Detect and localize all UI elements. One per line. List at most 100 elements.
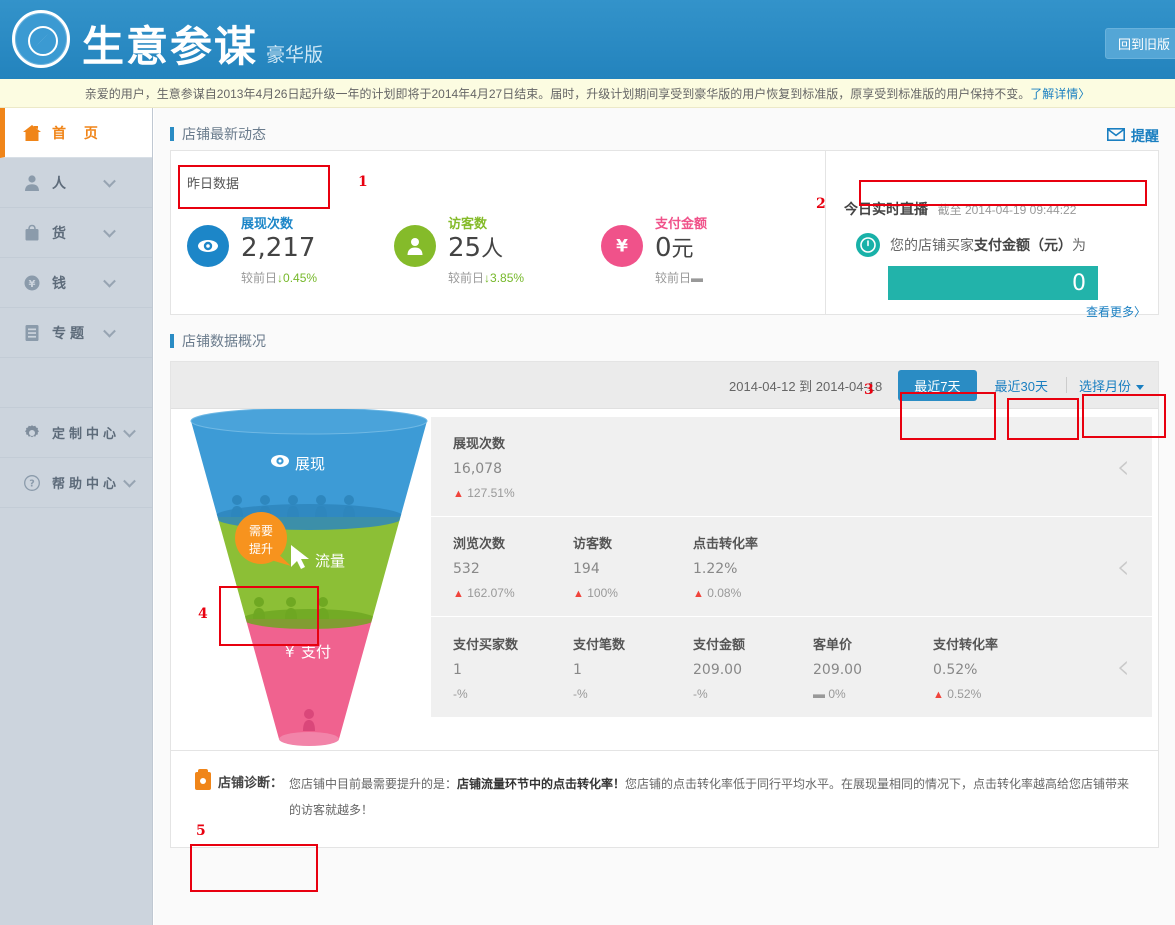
flat-marker-icon: ▬ (813, 686, 825, 701)
svg-text:¥: ¥ (616, 237, 628, 257)
title-accent-bar (170, 334, 174, 348)
shop-data-panel: 2014-04-12 到 2014-04-18 最近7天 最近30天 选择月份 (170, 361, 1159, 751)
last-7-days-button[interactable]: 最近7天 (898, 369, 977, 401)
metric-cell: 访客数 194 ▲ 100% (573, 536, 618, 600)
question-circle-icon: ? (22, 473, 42, 493)
stat-value: 25人 (448, 233, 504, 263)
funnel-row-impression: 展现次数 16,078 ▲ 127.51% ‹ (431, 417, 1152, 517)
remind-button[interactable]: 提醒 (1107, 126, 1159, 146)
main-content: 店铺最新动态 提醒 昨日数据 展现次数 2,217 较前日↓0.45% 访客数 … (154, 108, 1175, 925)
app-title: 生意参谋 (82, 22, 259, 71)
list-icon (22, 323, 42, 343)
metric-cell: 客单价 209.00 ▬ 0% (813, 636, 862, 701)
page-root: 生意参谋 豪华版 回到旧版 亲爱的用户，生意参谋自2013年4月26日起升级一年… (0, 0, 1175, 925)
sidebar: 首 页 人 货 ¥ 钱 专题 定制中心 ? 帮助中心 (0, 108, 153, 925)
svg-text:流量: 流量 (315, 552, 345, 570)
sidebar-item-home[interactable]: 首 页 (0, 108, 152, 158)
person-icon (394, 225, 436, 267)
diagnosis-text: 您店铺中目前最需要提升的是：店铺流量环节中的点击转化率！您店铺的点击转化率低于同… (289, 777, 1130, 817)
sidebar-item-label: 帮助中心 (52, 476, 121, 491)
compass-logo-icon (12, 10, 70, 68)
chevron-left-icon[interactable]: ‹ (1116, 550, 1130, 584)
chevron-down-icon (103, 274, 116, 288)
stat-value: 0元 (655, 233, 694, 263)
app-header: 生意参谋 豪华版 回到旧版 (0, 0, 1175, 79)
live-value: 0 (1072, 270, 1086, 296)
svg-text:?: ? (29, 478, 35, 489)
chevron-down-icon (123, 424, 136, 438)
sidebar-item-label: 首 页 (52, 124, 105, 141)
metric-cell: 支付转化率 0.52% ▲ 0.52% (933, 636, 999, 701)
old-version-button[interactable]: 回到旧版 (1104, 28, 1175, 59)
stat-value: 2,217 (241, 233, 316, 263)
select-month-button[interactable]: 选择月份 (1075, 376, 1148, 395)
stat-compare: 较前日↓3.85% (448, 270, 525, 285)
clock-icon (856, 233, 880, 257)
annotation-number-2: 2 (816, 196, 826, 212)
yesterday-data-label[interactable]: 昨日数据 (187, 173, 239, 192)
home-icon (22, 123, 42, 143)
funnel-graphic: 展现 流量 ¥ 支付 需要 提升 (190, 409, 428, 746)
stat-payment-amount: ¥ 支付金额 0元 较前日▬ (601, 213, 808, 286)
svg-text:¥: ¥ (29, 279, 36, 290)
yesterday-data-card: 昨日数据 展现次数 2,217 较前日↓0.45% 访客数 25人 较前日↓3.… (170, 150, 826, 315)
up-arrow-icon: ▲ (933, 688, 944, 701)
bubble-line2: 提升 (249, 541, 273, 556)
yen-icon: ¥ (601, 225, 643, 267)
live-timestamp: 截至 2014-04-19 09:44:22 (937, 203, 1077, 217)
live-description: 您的店铺买家支付金额（元）为 (856, 233, 1086, 257)
compass-needle-icon (34, 32, 50, 48)
sidebar-item-topics[interactable]: 专题 (0, 308, 152, 358)
funnel-chart-area: 展现 流量 ¥ 支付 需要 提升 展现次数 16,078 ▲ 127.51% ‹… (171, 409, 1158, 750)
funnel-row-payment: 支付买家数 1 -% 支付笔数 1 -% 支付金额 209.00 -% 客单价 … (431, 617, 1152, 717)
shop-diagnosis-panel: 店铺诊断： 您店铺中目前最需要提升的是：店铺流量环节中的点击转化率！您店铺的点击… (170, 751, 1159, 848)
sidebar-item-people[interactable]: 人 (0, 158, 152, 208)
annotation-number-4: 4 (198, 606, 208, 622)
last-30-days-button[interactable]: 最近30天 (985, 376, 1058, 395)
live-desc-bold: 支付金额（元） (974, 237, 1072, 253)
bag-icon (22, 223, 42, 243)
sidebar-item-help-center[interactable]: ? 帮助中心 (0, 458, 152, 508)
sidebar-item-custom-center[interactable]: 定制中心 (0, 408, 152, 458)
chevron-down-icon (103, 224, 116, 238)
sidebar-item-money[interactable]: ¥ 钱 (0, 258, 152, 308)
sidebar-item-label: 货 (52, 224, 70, 241)
metric-cell: 支付买家数 1 -% (453, 636, 519, 701)
notice-text: 亲爱的用户，生意参谋自2013年4月26日起升级一年的计划即将于2014年4月2… (84, 86, 1031, 101)
sidebar-item-label: 专题 (52, 324, 88, 341)
funnel-stage-3-label: ¥ 支付 (285, 643, 331, 661)
top-cards-row: 昨日数据 展现次数 2,217 较前日↓0.45% 访客数 25人 较前日↓3.… (170, 150, 1159, 319)
funnel-stage-2 (191, 517, 427, 619)
stat-impressions: 展现次数 2,217 较前日↓0.45% (187, 213, 394, 286)
section-title-text: 店铺数据概况 (182, 333, 266, 349)
metric-cell: 支付笔数 1 -% (573, 636, 626, 701)
funnel-row-traffic: 浏览次数 532 ▲ 162.07% 访客数 194 ▲ 100% 点击转化率 … (431, 517, 1152, 617)
chevron-down-icon (103, 174, 116, 188)
notice-link[interactable]: 了解详情〉 (1030, 85, 1090, 102)
person-icon (22, 173, 42, 193)
app-edition: 豪华版 (266, 44, 324, 66)
metric-cell: 展现次数 16,078 ▲ 127.51% (453, 436, 515, 500)
sidebar-spacer (0, 358, 152, 408)
metric-cell: 支付金额 209.00 -% (693, 636, 746, 701)
chevron-left-icon[interactable]: ‹ (1116, 450, 1130, 484)
panel-toolbar: 2014-04-12 到 2014-04-18 最近7天 最近30天 选择月份 (171, 362, 1158, 409)
diagnosis-tag: 店铺诊断： (195, 769, 283, 823)
stat-name: 展现次数 (241, 216, 294, 231)
live-desc-suffix: 为 (1072, 237, 1086, 253)
section-title-shop-overview: 店铺数据概况 (170, 325, 1159, 357)
stats-group: 展现次数 2,217 较前日↓0.45% 访客数 25人 较前日↓3.85% ¥… (187, 213, 817, 286)
annotation-number-5: 5 (196, 823, 206, 839)
stat-compare: 较前日▬ (655, 270, 704, 285)
chevron-left-icon[interactable]: ‹ (1116, 650, 1130, 684)
sidebar-item-goods[interactable]: 货 (0, 208, 152, 258)
stat-compare: 较前日↓0.45% (241, 270, 318, 285)
date-range-label: 2014-04-12 到 2014-04-18 (729, 378, 883, 394)
live-value-bar: 0 (888, 266, 1098, 300)
envelope-icon (1107, 128, 1125, 144)
logo[interactable]: 生意参谋 豪华版 (12, 10, 323, 68)
title-accent-bar (170, 127, 174, 141)
chevron-down-icon (103, 324, 116, 338)
see-more-link[interactable]: 查看更多〉 (1086, 303, 1146, 320)
toolbar-divider (1065, 377, 1067, 393)
